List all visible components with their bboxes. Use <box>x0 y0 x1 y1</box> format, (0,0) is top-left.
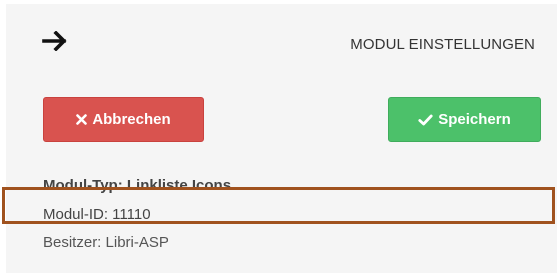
module-owner: Besitzer: Libri-ASP <box>43 234 169 251</box>
cancel-button[interactable]: Abbrechen <box>43 97 204 142</box>
arrow-right-icon[interactable] <box>42 30 70 52</box>
save-button-label: Speichern <box>438 111 511 128</box>
panel-title: MODUL EINSTELLUNGEN <box>350 36 535 53</box>
times-icon <box>76 114 88 125</box>
cancel-button-label: Abbrechen <box>92 111 171 128</box>
module-settings-panel: MODUL EINSTELLUNGEN Abbrechen Speichern … <box>0 0 557 273</box>
check-icon <box>418 114 433 126</box>
module-id: Modul-ID: 11110 <box>43 206 151 223</box>
save-button[interactable]: Speichern <box>388 97 541 142</box>
module-type: Modul-Typ: Linkliste Icons <box>43 177 232 194</box>
